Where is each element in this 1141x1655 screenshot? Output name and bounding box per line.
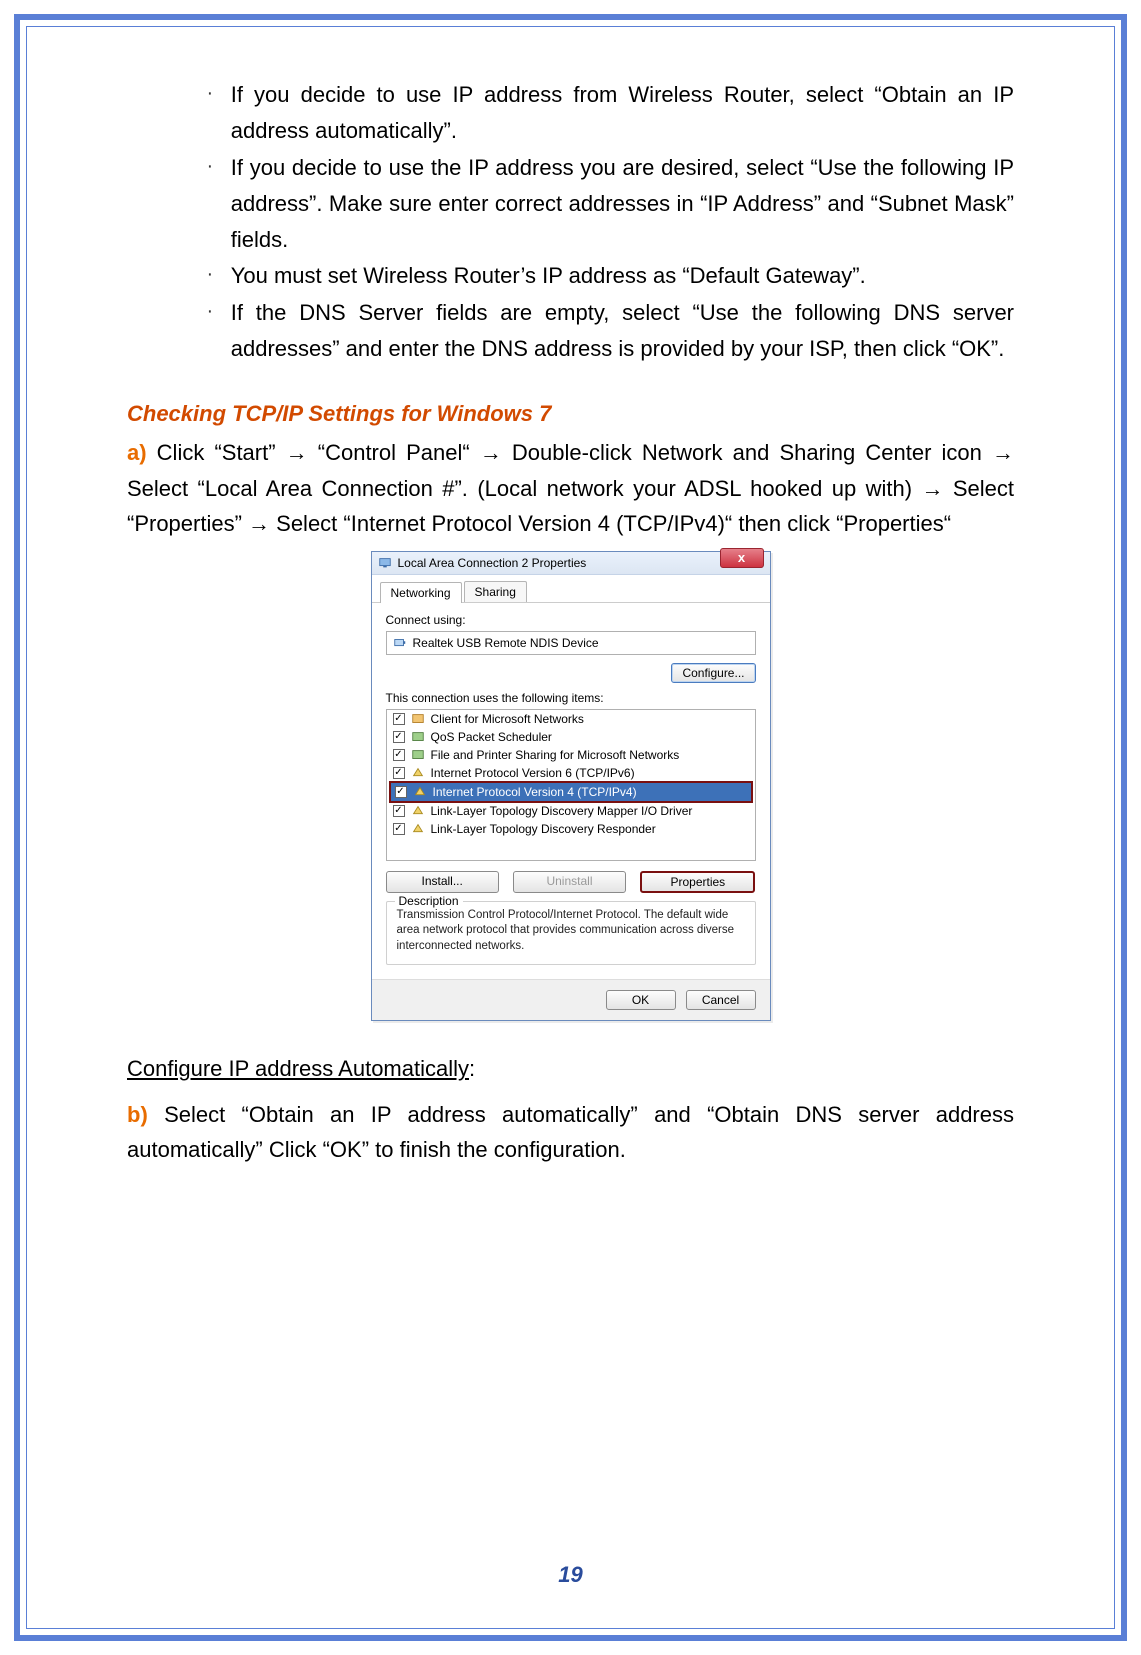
bullet-icon: ‧ xyxy=(207,261,213,294)
tab-sharing[interactable]: Sharing xyxy=(464,581,527,602)
dialog-titlebar: Local Area Connection 2 Properties x xyxy=(372,552,770,575)
protocol-icon xyxy=(411,822,425,836)
tab-networking[interactable]: Networking xyxy=(380,582,462,603)
adapter-name: Realtek USB Remote NDIS Device xyxy=(413,636,599,650)
network-icon xyxy=(378,556,392,570)
dialog-tabs: Networking Sharing xyxy=(372,575,770,603)
bullet-text: If you decide to use IP address from Wir… xyxy=(231,77,1014,150)
protocol-icon xyxy=(411,766,425,780)
colon: : xyxy=(469,1056,475,1081)
close-icon: x xyxy=(738,550,745,565)
uninstall-button: Uninstall xyxy=(513,871,626,893)
page-outer-border: ‧ If you decide to use IP address from W… xyxy=(14,14,1127,1641)
section-heading: Checking TCP/IP Settings for Windows 7 xyxy=(127,401,1014,427)
ok-button[interactable]: OK xyxy=(606,990,676,1010)
checkbox-icon[interactable]: ✓ xyxy=(393,713,405,725)
bullet-text: If you decide to use the IP address you … xyxy=(231,150,1014,259)
description-legend: Description xyxy=(395,894,463,908)
list-item-selected[interactable]: ✓ Internet Protocol Version 4 (TCP/IPv4) xyxy=(389,781,753,803)
step-a-label: a) xyxy=(127,440,147,465)
configure-button[interactable]: Configure... xyxy=(671,663,755,683)
list-item[interactable]: ✓ Internet Protocol Version 6 (TCP/IPv6) xyxy=(387,764,755,782)
bullet-icon: ‧ xyxy=(207,153,213,259)
checkbox-icon[interactable]: ✓ xyxy=(395,786,407,798)
step-b-label: b) xyxy=(127,1102,148,1127)
properties-button[interactable]: Properties xyxy=(640,871,755,893)
description-group: Description Transmission Control Protoco… xyxy=(386,901,756,966)
item-text: Link-Layer Topology Discovery Responder xyxy=(431,822,656,836)
config-auto-heading: Configure IP address Automatically: xyxy=(127,1051,1014,1086)
list-item[interactable]: ✓ QoS Packet Scheduler xyxy=(387,728,755,746)
checkbox-icon[interactable]: ✓ xyxy=(393,749,405,761)
item-text: Internet Protocol Version 4 (TCP/IPv4) xyxy=(433,785,637,799)
protocol-icon xyxy=(413,785,427,799)
bullet-icon: ‧ xyxy=(207,298,213,368)
close-button[interactable]: x xyxy=(720,548,764,568)
install-button[interactable]: Install... xyxy=(386,871,499,893)
item-text: File and Printer Sharing for Microsoft N… xyxy=(431,748,680,762)
step-a-paragraph: a) Click “Start” → “Control Panel“ → Dou… xyxy=(127,435,1014,541)
step-b-paragraph: b) Select “Obtain an IP address automati… xyxy=(127,1097,1014,1167)
item-text: Internet Protocol Version 6 (TCP/IPv6) xyxy=(431,766,635,780)
bullet-text: You must set Wireless Router’s IP addres… xyxy=(231,258,866,294)
page-inner-border: ‧ If you decide to use IP address from W… xyxy=(26,26,1115,1629)
items-list: ✓ Client for Microsoft Networks ✓ QoS Pa… xyxy=(386,709,756,861)
windows-dialog: Local Area Connection 2 Properties x Net… xyxy=(371,551,771,1022)
item-text: Link-Layer Topology Discovery Mapper I/O… xyxy=(431,804,693,818)
bullet-list: ‧ If you decide to use IP address from W… xyxy=(207,77,1014,367)
titlebar-left: Local Area Connection 2 Properties xyxy=(378,556,587,570)
items-label: This connection uses the following items… xyxy=(386,691,756,705)
step-b-text: Select “Obtain an IP address automatical… xyxy=(127,1102,1014,1162)
qos-icon xyxy=(411,730,425,744)
page-content: ‧ If you decide to use IP address from W… xyxy=(127,77,1014,1552)
checkbox-icon[interactable]: ✓ xyxy=(393,823,405,835)
page-number: 19 xyxy=(127,1562,1014,1588)
cancel-button[interactable]: Cancel xyxy=(686,990,756,1010)
list-item: ‧ If you decide to use IP address from W… xyxy=(207,77,1014,150)
bullet-text: If the DNS Server fields are empty, sele… xyxy=(231,295,1014,368)
adapter-icon xyxy=(393,636,407,650)
button-row: Install... Uninstall Properties xyxy=(386,871,756,893)
adapter-field: Realtek USB Remote NDIS Device xyxy=(386,631,756,655)
configure-row: Configure... xyxy=(386,663,756,683)
bullet-icon: ‧ xyxy=(207,80,213,150)
list-item[interactable]: ✓ Client for Microsoft Networks xyxy=(387,710,755,728)
checkbox-icon[interactable]: ✓ xyxy=(393,767,405,779)
list-item[interactable]: ✓ Link-Layer Topology Discovery Responde… xyxy=(387,820,755,838)
dialog-body: Connect using: Realtek USB Remote NDIS D… xyxy=(372,603,770,980)
share-icon xyxy=(411,748,425,762)
checkbox-icon[interactable]: ✓ xyxy=(393,805,405,817)
list-item: ‧ If the DNS Server fields are empty, se… xyxy=(207,295,1014,368)
list-item: ‧ You must set Wireless Router’s IP addr… xyxy=(207,258,1014,294)
client-icon xyxy=(411,712,425,726)
connect-using-label: Connect using: xyxy=(386,613,756,627)
list-item[interactable]: ✓ File and Printer Sharing for Microsoft… xyxy=(387,746,755,764)
dialog-title: Local Area Connection 2 Properties xyxy=(398,556,587,570)
dialog-footer: OK Cancel xyxy=(372,979,770,1020)
description-text: Transmission Control Protocol/Internet P… xyxy=(397,908,745,955)
checkbox-icon[interactable]: ✓ xyxy=(393,731,405,743)
item-text: QoS Packet Scheduler xyxy=(431,730,552,744)
list-item: ‧ If you decide to use the IP address yo… xyxy=(207,150,1014,259)
list-item[interactable]: ✓ Link-Layer Topology Discovery Mapper I… xyxy=(387,802,755,820)
config-auto-label: Configure IP address Automatically xyxy=(127,1056,469,1081)
item-text: Client for Microsoft Networks xyxy=(431,712,584,726)
step-a-text: Click “Start” → “Control Panel“ → Double… xyxy=(127,440,1014,535)
protocol-icon xyxy=(411,804,425,818)
